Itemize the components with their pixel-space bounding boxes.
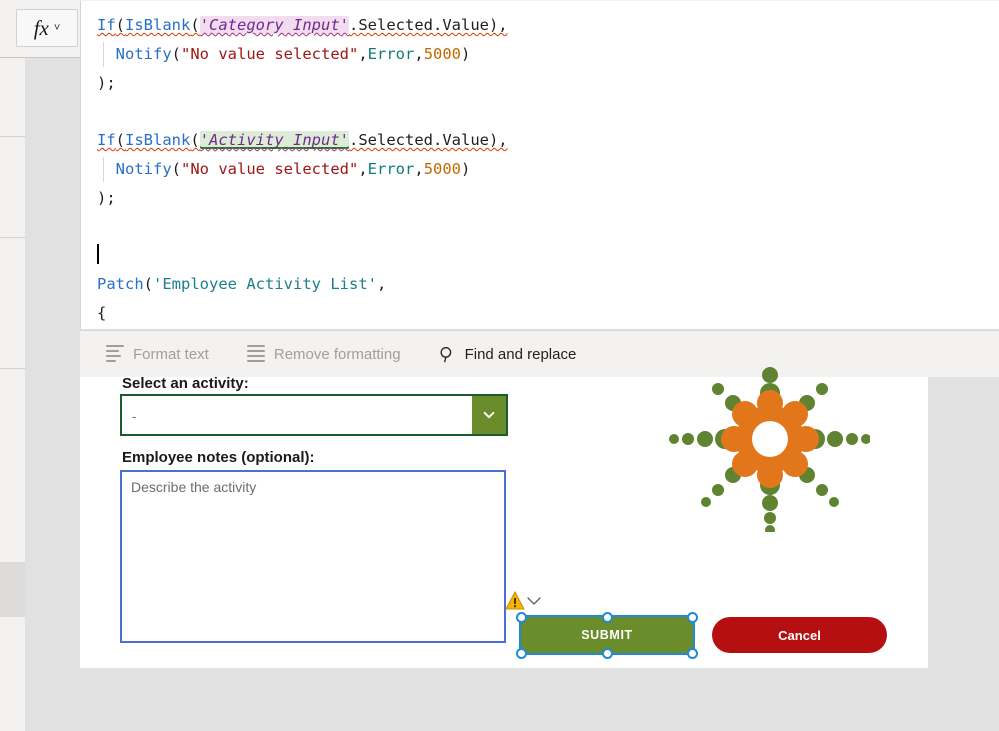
code-text: , [376, 275, 387, 294]
code-control-ref: 'Category Input' [199, 16, 349, 34]
workspace-background [80, 668, 999, 731]
left-rail [0, 0, 80, 731]
starburst-logo [640, 367, 870, 532]
fx-button[interactable]: fx ˅ [16, 9, 78, 47]
code-keyword: Notify [115, 159, 172, 178]
resize-handle-top-left[interactable] [516, 612, 527, 623]
code-text: ( [190, 16, 200, 34]
dropdown-toggle[interactable] [472, 396, 506, 434]
toolbar-item-label: Remove formatting [273, 346, 401, 363]
code-line [97, 241, 508, 270]
rail-section-selected[interactable] [0, 562, 26, 617]
code-line: If(IsBlank('Activity Input'.Selected.Val… [97, 126, 508, 155]
indent-guide [103, 41, 104, 67]
code-number: 5000 [423, 44, 462, 63]
code-line: ); [97, 69, 508, 98]
code-enum: Error [367, 159, 415, 178]
code-text: ); [97, 188, 116, 207]
code-keyword: IsBlank [125, 16, 191, 34]
toolbar-format-text[interactable]: Format text [102, 339, 213, 371]
code-line: If(IsBlank('Category Input'.Selected.Val… [97, 11, 508, 40]
activity-label: Select an activity: [122, 375, 249, 392]
resize-handle-top-right[interactable] [687, 612, 698, 623]
code-text: ) [461, 159, 471, 178]
code-text: { [97, 303, 107, 322]
warning-triangle-icon[interactable] [505, 591, 525, 610]
text-caret [97, 244, 99, 265]
fx-icon: fx [33, 15, 49, 40]
search-icon [440, 347, 451, 363]
resize-handle-top-center[interactable] [602, 612, 613, 623]
app-root: fx ˅ If(IsBlank('Category Input'.Selecte… [0, 0, 999, 731]
resize-handle-bottom-left[interactable] [516, 648, 527, 659]
code-line: Notify("No value selected",Error,5000) [97, 155, 508, 184]
rail-gutter [25, 58, 80, 731]
activity-dropdown-value: - [132, 409, 137, 424]
code-text: ( [115, 16, 126, 34]
code-number: 5000 [423, 159, 462, 178]
notes-placeholder: Describe the activity [131, 479, 257, 495]
code-line: Notify("No value selected",Error,5000) [97, 40, 508, 69]
toolbar-find-and-replace[interactable]: Find and replace [435, 339, 581, 371]
code-line: Patch('Employee Activity List', [97, 270, 508, 299]
rail-section-list[interactable] [0, 369, 26, 562]
notes-textarea[interactable]: Describe the activity [120, 470, 506, 643]
chevron-down-icon [483, 411, 495, 419]
resize-handle-bottom-right[interactable] [687, 648, 698, 659]
rail-section-tree[interactable] [0, 238, 26, 627]
code-keyword: Patch [97, 275, 144, 294]
format-text-icon [106, 344, 124, 365]
code-text: , [358, 44, 368, 63]
code-line: { [97, 299, 508, 328]
code-text: ( [171, 159, 182, 178]
resize-handle-bottom-center[interactable] [602, 648, 613, 659]
formula-code[interactable]: If(IsBlank('Category Input'.Selected.Val… [97, 11, 508, 328]
chevron-down-icon[interactable]: ˅ [54, 22, 60, 34]
code-datasource: 'Employee Activity List' [153, 275, 377, 294]
canvas-right-背景 [928, 377, 999, 668]
activity-dropdown[interactable]: - [120, 394, 508, 436]
chevron-down-icon[interactable] [527, 596, 541, 606]
code-string: "No value selected" [181, 159, 359, 178]
code-string: "No value selected" [181, 44, 359, 63]
code-keyword: If [97, 131, 116, 150]
code-enum: Error [367, 44, 415, 63]
app-canvas: Select an activity: - Employee notes (op… [80, 367, 928, 668]
starburst-logo-svg [669, 367, 870, 532]
remove-formatting-icon [246, 344, 265, 365]
code-text: ( [143, 275, 154, 294]
notes-label: Employee notes (optional): [122, 449, 315, 466]
indent-guide [103, 156, 104, 182]
rail-section-thumbnail[interactable] [0, 137, 26, 342]
code-text: ) [461, 44, 471, 63]
code-line: ); [97, 184, 508, 213]
toolbar-item-label: Format text [133, 346, 209, 363]
code-text: ); [97, 73, 116, 92]
code-control-ref: 'Activity Input' [199, 131, 349, 150]
rail-section-footer[interactable] [0, 617, 26, 731]
code-keyword: IsBlank [125, 131, 191, 150]
code-text: .Selected.Value), [349, 16, 508, 34]
code-keyword: If [97, 16, 116, 34]
code-text: , [358, 159, 368, 178]
code-keyword: Notify [115, 44, 172, 63]
rail-section-properties[interactable] [0, 58, 26, 158]
code-text: ( [190, 131, 200, 150]
code-text: ( [171, 44, 182, 63]
formula-editor[interactable]: If(IsBlank('Category Input'.Selected.Val… [80, 1, 999, 329]
toolbar-item-label: Find and replace [464, 346, 577, 363]
code-text: ( [115, 131, 126, 150]
code-text: , [414, 44, 424, 63]
code-text: , [414, 159, 424, 178]
cancel-button[interactable]: Cancel [712, 617, 887, 653]
code-text: .Selected.Value), [349, 131, 508, 150]
toolbar-remove-formatting[interactable]: Remove formatting [243, 339, 405, 371]
